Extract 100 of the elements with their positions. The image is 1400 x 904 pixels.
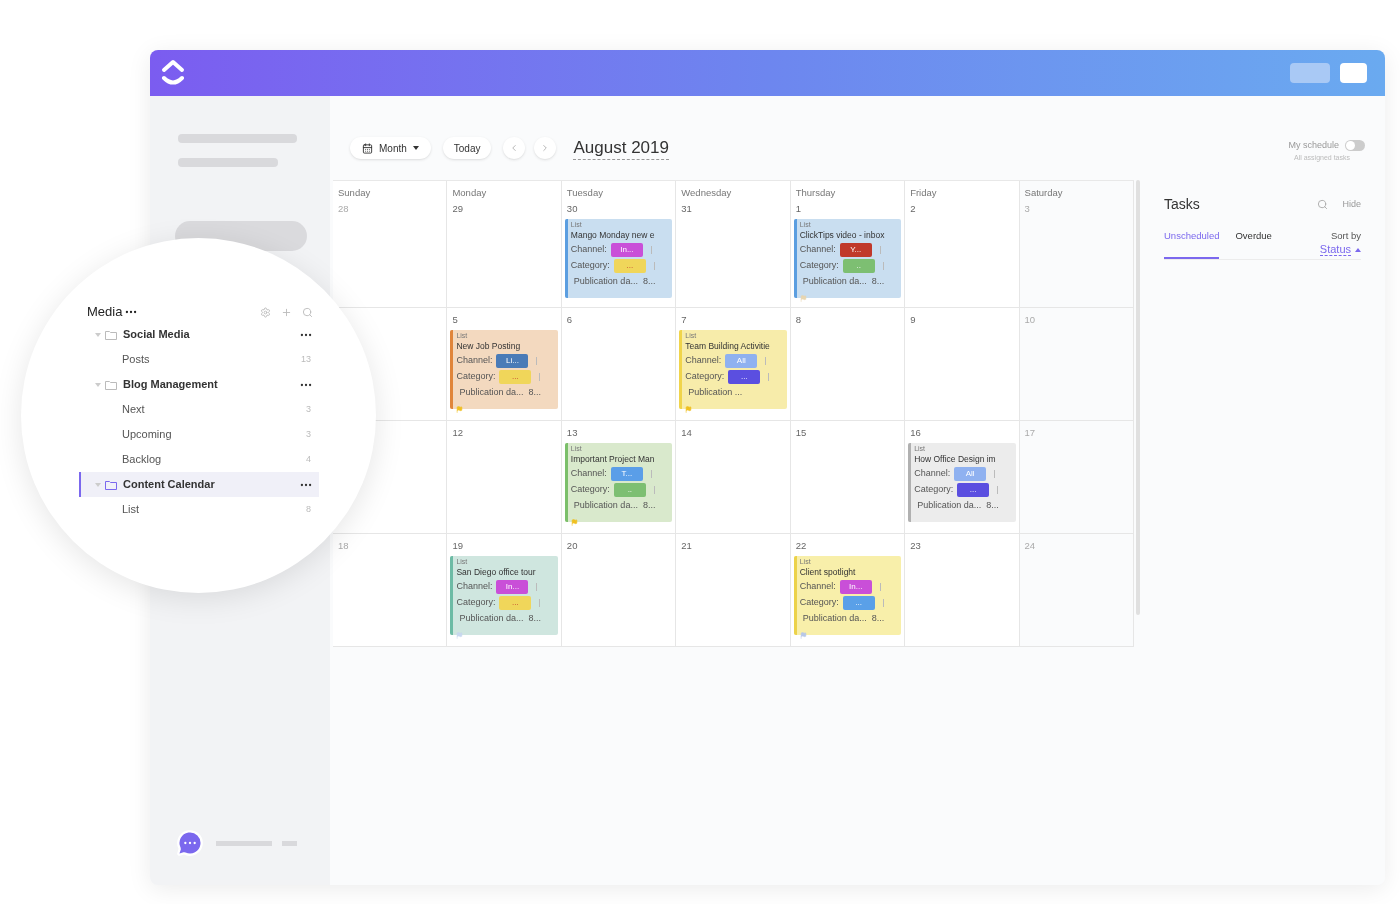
placeholder-bar	[216, 840, 272, 846]
field-value: 8...	[871, 274, 885, 288]
folder-label: Social Media	[123, 327, 190, 343]
day-name: Tuesday	[565, 186, 604, 198]
field-label: Channel:	[570, 467, 607, 481]
field-label: Channel:	[685, 354, 722, 368]
field-label: Publication da...	[802, 274, 867, 288]
date-number: 19	[452, 540, 463, 551]
field-label: Publication da...	[573, 498, 638, 512]
month-title[interactable]: August 2019	[573, 137, 669, 160]
tag-chip: All	[954, 467, 987, 481]
item-count: 8	[306, 502, 311, 516]
date-number: 9	[910, 314, 916, 325]
field-label: Publication da...	[573, 274, 638, 288]
folder-item[interactable]: Social Media	[79, 322, 319, 347]
field-label: Category:	[456, 596, 496, 610]
sort-label: Sort by	[1330, 229, 1361, 243]
search-icon[interactable]	[1317, 199, 1329, 210]
field-label: Category:	[456, 370, 496, 384]
schedule-toggle[interactable]	[1345, 140, 1365, 152]
field-value: 8...	[528, 611, 541, 625]
header-placeholder	[1340, 63, 1367, 83]
caret-icon	[1355, 247, 1361, 252]
field-label: Channel:	[570, 243, 607, 257]
field-label: Publication da...	[802, 611, 867, 625]
event-title: Client spotlight	[799, 566, 857, 579]
tag-chip: T...	[610, 467, 643, 481]
prev-button[interactable]	[503, 137, 526, 159]
field-label: Channel:	[799, 243, 836, 257]
caret-icon	[95, 481, 101, 488]
panel-tab[interactable]: Overdue	[1235, 229, 1272, 260]
folder-item[interactable]: Content Calendar	[79, 472, 319, 497]
chat-icon[interactable]	[174, 829, 206, 857]
panel-tab[interactable]: Unscheduled	[1164, 229, 1220, 260]
placeholder-bar	[282, 840, 297, 846]
field-label: Channel:	[456, 580, 493, 594]
field-label: Category:	[685, 370, 725, 384]
sort-link[interactable]: Status	[1319, 243, 1351, 257]
date-number: 30	[566, 203, 578, 214]
tag-chip: Li...	[496, 354, 529, 368]
date-number: 12	[452, 427, 463, 438]
item-count: 13	[301, 352, 311, 366]
field-value: 8...	[871, 611, 885, 625]
date-number: 7	[681, 314, 687, 325]
date-number: 1	[795, 203, 801, 214]
folder-icon	[105, 329, 117, 340]
list-item[interactable]: Backlog 4	[79, 447, 319, 472]
schedule-label: My schedule	[1288, 139, 1339, 152]
field-label: Channel:	[914, 467, 951, 481]
date-number: 6	[566, 314, 573, 325]
list-item[interactable]: Posts 13	[79, 347, 319, 372]
date-number: 29	[452, 203, 463, 214]
day-name: Thursday	[794, 186, 837, 198]
event-title: ClickTips video - inbox	[799, 229, 886, 242]
date-number: 8	[795, 314, 801, 325]
item-count: 3	[306, 402, 311, 416]
tag-chip: ...	[957, 483, 990, 497]
day-name: Friday	[909, 186, 938, 198]
header-placeholder	[1290, 63, 1330, 83]
tag-chip: ..	[842, 259, 875, 273]
list-item[interactable]: Next 3	[79, 397, 319, 422]
view-dropdown[interactable]: Month	[350, 137, 431, 159]
tag-chip: In...	[610, 243, 643, 257]
tag-chip: ..	[613, 483, 646, 497]
tag-chip: ...	[499, 370, 532, 384]
field-label: Category:	[799, 259, 839, 273]
today-button[interactable]: Today	[442, 137, 492, 159]
field-value: 8...	[528, 385, 541, 399]
event-title: San Diego office tour	[456, 566, 537, 579]
folder-item[interactable]: Blog Management	[79, 372, 319, 397]
date-number: 16	[910, 427, 921, 438]
calendar-icon	[362, 142, 373, 154]
field-value: 8...	[642, 498, 656, 512]
list-item[interactable]: List 8	[79, 497, 319, 522]
date-number: 5	[452, 314, 458, 325]
date-number: 3	[1024, 203, 1030, 214]
date-number: 13	[566, 427, 578, 438]
field-label: Category:	[570, 259, 610, 273]
date-number: 17	[1024, 427, 1036, 438]
folder-label: Content Calendar	[123, 477, 215, 493]
field-label: Publication da...	[459, 611, 524, 625]
event-title: Mango Monday new e	[570, 229, 656, 242]
next-button[interactable]	[534, 137, 557, 159]
search-icon[interactable]	[302, 306, 313, 318]
date-number: 14	[681, 427, 692, 438]
caret-icon	[412, 146, 419, 150]
panel-title: Tasks	[1164, 195, 1200, 214]
date-number: 2	[910, 203, 916, 214]
event-title: How Office Design im	[914, 453, 997, 466]
list-item[interactable]: Upcoming 3	[79, 422, 319, 447]
tag-chip: Y...	[839, 243, 872, 257]
field-label: Publication da...	[917, 498, 982, 512]
event-title: Important Project Man	[570, 453, 656, 466]
settings-icon[interactable]	[260, 306, 271, 318]
plus-icon[interactable]	[281, 306, 292, 318]
item-count: 4	[306, 452, 311, 466]
field-label: Category:	[914, 483, 954, 497]
caret-icon	[95, 381, 101, 388]
tag-chip: ...	[613, 259, 646, 273]
tag-chip: In...	[496, 580, 529, 594]
